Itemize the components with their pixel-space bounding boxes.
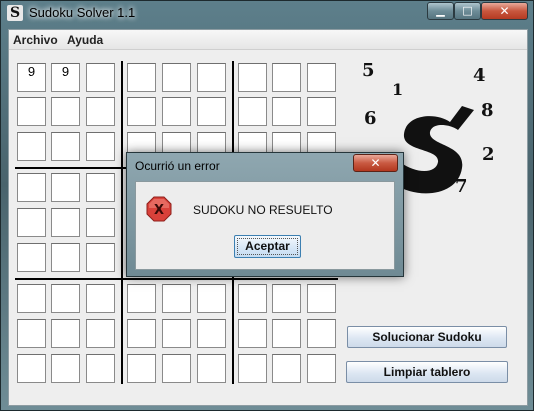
close-button[interactable]: ✕ bbox=[481, 2, 528, 20]
solve-sudoku-button[interactable]: Solucionar Sudoku bbox=[347, 326, 507, 348]
sudoku-cell[interactable] bbox=[162, 284, 191, 313]
sudoku-cell[interactable] bbox=[307, 319, 336, 348]
sudoku-cell[interactable] bbox=[307, 284, 336, 313]
sudoku-cell[interactable] bbox=[86, 208, 115, 237]
logo-number: 4 bbox=[473, 65, 486, 86]
sudoku-cell[interactable] bbox=[86, 132, 115, 161]
window-title: Sudoku Solver 1.1 bbox=[29, 5, 136, 20]
sudoku-cell[interactable] bbox=[86, 284, 115, 313]
sudoku-cell[interactable] bbox=[238, 354, 267, 383]
logo-number: 8 bbox=[481, 100, 494, 121]
sudoku-cell[interactable] bbox=[272, 97, 301, 126]
sudoku-cell[interactable] bbox=[162, 63, 191, 92]
app-icon: S bbox=[7, 5, 23, 21]
sudoku-cell[interactable] bbox=[272, 284, 301, 313]
sudoku-cell[interactable] bbox=[51, 97, 80, 126]
sudoku-cell[interactable] bbox=[86, 173, 115, 202]
box-separator bbox=[121, 61, 123, 384]
logo-number: 5 bbox=[362, 60, 375, 81]
box-separator bbox=[15, 278, 338, 280]
sudoku-cell[interactable] bbox=[51, 284, 80, 313]
sudoku-cell[interactable] bbox=[127, 97, 156, 126]
svg-text:X: X bbox=[154, 203, 164, 218]
sudoku-cell[interactable] bbox=[17, 354, 46, 383]
sudoku-cell[interactable]: 9 bbox=[51, 63, 80, 92]
sudoku-cell[interactable] bbox=[127, 319, 156, 348]
menu-ayuda[interactable]: Ayuda bbox=[67, 33, 103, 47]
menu-bar: Archivo Ayuda bbox=[9, 30, 527, 50]
sudoku-cell[interactable] bbox=[17, 97, 46, 126]
sudoku-cell[interactable] bbox=[238, 319, 267, 348]
sudoku-cell[interactable] bbox=[17, 173, 46, 202]
error-dialog: Ocurrió un error ✕ X SUDOKU NO RESUELTO … bbox=[126, 152, 404, 277]
sudoku-cell[interactable] bbox=[86, 97, 115, 126]
sudoku-cell[interactable] bbox=[162, 319, 191, 348]
sudoku-cell[interactable] bbox=[17, 132, 46, 161]
error-icon: X bbox=[146, 196, 172, 222]
sudoku-cell[interactable] bbox=[197, 97, 226, 126]
sudoku-cell[interactable] bbox=[51, 132, 80, 161]
dialog-message: SUDOKU NO RESUELTO bbox=[193, 203, 333, 217]
sudoku-cell[interactable] bbox=[51, 354, 80, 383]
logo-number: 6 bbox=[364, 108, 377, 129]
sudoku-cell[interactable] bbox=[238, 97, 267, 126]
sudoku-cell[interactable] bbox=[127, 63, 156, 92]
sudoku-cell[interactable] bbox=[86, 63, 115, 92]
sudoku-cell[interactable] bbox=[307, 354, 336, 383]
sudoku-cell[interactable] bbox=[17, 243, 46, 272]
sudoku-cell[interactable] bbox=[127, 354, 156, 383]
sudoku-cell[interactable] bbox=[162, 354, 191, 383]
focus-ring bbox=[237, 238, 298, 255]
sudoku-cell[interactable] bbox=[197, 354, 226, 383]
accept-button[interactable]: Aceptar bbox=[234, 235, 301, 258]
logo-number: 2 bbox=[482, 144, 495, 165]
sudoku-cell[interactable]: 9 bbox=[17, 63, 46, 92]
sudoku-cell[interactable] bbox=[17, 284, 46, 313]
sudoku-cell[interactable] bbox=[86, 319, 115, 348]
sudoku-cell[interactable] bbox=[238, 63, 267, 92]
sudoku-cell[interactable] bbox=[307, 97, 336, 126]
sudoku-cell[interactable] bbox=[51, 208, 80, 237]
sudoku-cell[interactable] bbox=[162, 97, 191, 126]
sudoku-cell[interactable] bbox=[272, 354, 301, 383]
sudoku-cell[interactable] bbox=[17, 208, 46, 237]
maximize-button[interactable]: □ bbox=[454, 2, 481, 20]
minimize-button[interactable]: ▁ bbox=[427, 2, 454, 20]
sudoku-cell[interactable] bbox=[17, 319, 46, 348]
logo-number: 1 bbox=[392, 80, 404, 99]
logo-s-icon bbox=[394, 106, 474, 194]
sudoku-cell[interactable] bbox=[51, 319, 80, 348]
sudoku-cell[interactable] bbox=[272, 319, 301, 348]
sudoku-cell[interactable] bbox=[197, 284, 226, 313]
sudoku-cell[interactable] bbox=[51, 243, 80, 272]
clear-board-button[interactable]: Limpiar tablero bbox=[346, 361, 508, 383]
dialog-title: Ocurrió un error bbox=[135, 159, 220, 173]
sudoku-cell[interactable] bbox=[51, 173, 80, 202]
sudoku-cell[interactable] bbox=[86, 243, 115, 272]
sudoku-cell[interactable] bbox=[307, 63, 336, 92]
sudoku-cell[interactable] bbox=[238, 284, 267, 313]
sudoku-cell[interactable] bbox=[272, 63, 301, 92]
sudoku-cell[interactable] bbox=[127, 284, 156, 313]
menu-archivo[interactable]: Archivo bbox=[13, 33, 58, 47]
title-bar[interactable]: S Sudoku Solver 1.1 ▁ □ ✕ bbox=[1, 1, 534, 25]
sudoku-cell[interactable] bbox=[197, 63, 226, 92]
dialog-close-button[interactable]: ✕ bbox=[353, 154, 398, 172]
sudoku-cell[interactable] bbox=[197, 319, 226, 348]
dialog-body: X SUDOKU NO RESUELTO Aceptar bbox=[135, 181, 395, 270]
logo-number: 7 bbox=[455, 176, 468, 197]
sudoku-cell[interactable] bbox=[86, 354, 115, 383]
